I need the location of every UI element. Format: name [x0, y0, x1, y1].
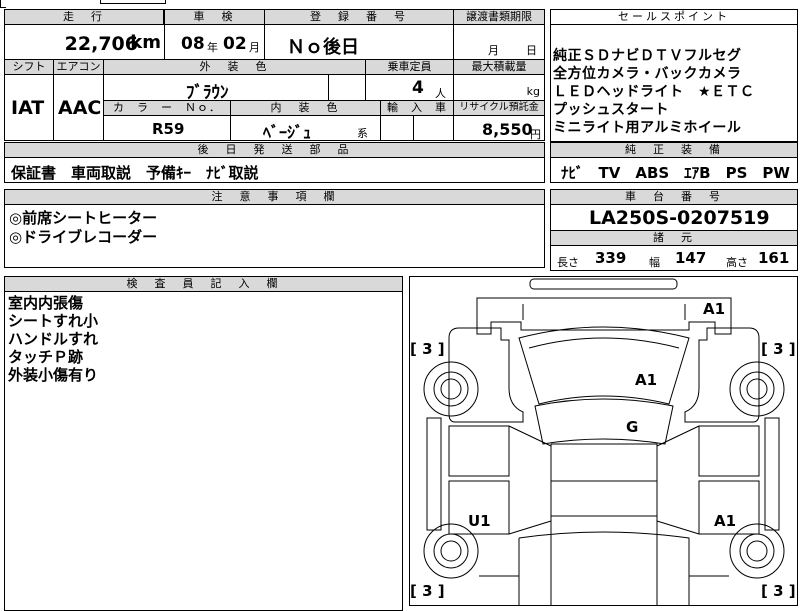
ext-color-header: 外 装 色 — [103, 59, 366, 75]
inspector-item: 室内内張傷 — [8, 294, 84, 312]
recycle-value: 8,550 — [482, 120, 533, 139]
inspection-month-unit: 月 — [249, 41, 260, 54]
aircon-value: AAC — [58, 97, 102, 119]
height-value: 161 — [758, 249, 790, 267]
tire-label: [ 3 ] — [410, 582, 445, 600]
aircon-cell: AAC — [53, 74, 104, 141]
chassis-header: 車 台 番 号 — [550, 189, 798, 205]
tire-label: [ 3 ] — [761, 582, 796, 600]
notes-item: ◎ドライブレコーダー — [9, 228, 158, 246]
damage-mark: G — [626, 418, 639, 436]
genuine-equipment-cell: ﾅﾋﾞ TV ABS ｴｱB PS PW — [550, 157, 798, 183]
max-load-cell: kg — [453, 74, 545, 101]
int-color-cell: ﾍﾞｰｼﾞｭ 系 — [230, 115, 381, 142]
damage-mark: A1 — [714, 512, 737, 530]
spec-header: 諸 元 — [550, 230, 798, 246]
ext-color-spare-cell — [328, 74, 366, 101]
color-no-value: R59 — [152, 120, 185, 138]
sales-point-box: 純正ＳＤナビＤＴＶフルセグ 全方位カメラ・バックカメラ ＬＥＤヘッドライト ★Ｅ… — [550, 24, 798, 142]
color-no-header: カ ラ ー Ｎｏ． — [103, 100, 231, 116]
registration-header: 登 録 番 号 — [264, 9, 454, 25]
sales-point-item: 全方位カメラ・バックカメラ — [553, 66, 742, 82]
inspection-year: 08 — [181, 34, 205, 54]
height-label: 高さ — [726, 256, 748, 269]
capacity-unit: 人 — [435, 87, 446, 100]
deadline-day-unit: 日 — [526, 44, 537, 57]
width-label: 幅 — [649, 256, 660, 269]
inspection-month: 02 — [223, 34, 247, 54]
sales-point-item: ミニライト用アルミホイール — [553, 120, 742, 136]
recycle-header: リサイクル預託金 — [453, 100, 545, 116]
deadline-month-unit: 月 — [488, 44, 499, 57]
aircon-header: エアコン — [53, 59, 104, 75]
transfer-deadline-header: 譲渡書類期限 — [453, 9, 545, 25]
recycle-unit: 円 — [530, 128, 541, 141]
notes-list: ◎前席シートヒーター ◎ドライブレコーダー — [9, 209, 157, 247]
import-cell-b — [413, 115, 454, 141]
later-parts-cell: 保証書 車両取説 予備ｷｰ ﾅﾋﾞ取説 — [4, 157, 545, 183]
later-parts-header: 後 日 発 送 部 品 — [4, 142, 545, 158]
inspector-item: シートすれ小 — [8, 312, 99, 330]
capacity-value: 4 — [412, 78, 424, 98]
damage-mark: U1 — [468, 512, 491, 530]
notes-header: 注 意 事 項 欄 — [4, 189, 545, 205]
notes-box: ◎前席シートヒーター ◎ドライブレコーダー — [4, 204, 545, 268]
inspection-cell: 08 年 02 月 — [164, 24, 265, 60]
mileage-cell: 22,706 km — [4, 24, 165, 60]
color-no-cell: R59 — [103, 115, 231, 141]
mileage-value: 22,706 — [64, 33, 138, 55]
inspector-box: 室内内張傷 シートすれ小 ハンドルすれ タッチＰ跡 外装小傷有り — [4, 291, 403, 611]
inspector-header: 検 査 員 記 入 欄 — [4, 276, 403, 292]
chassis-value: LA250S-0207519 — [589, 207, 770, 229]
int-color-value: ﾍﾞｰｼﾞｭ — [263, 123, 312, 142]
import-header: 輸 入 車 — [380, 100, 454, 116]
car-diagram — [423, 278, 785, 606]
genuine-equipment-header: 純 正 装 備 — [550, 142, 798, 158]
ext-color-cell: ﾌﾞﾗｳﾝ — [103, 74, 329, 103]
inspector-item: タッチＰ跡 — [8, 348, 84, 366]
sales-point-item: 純正ＳＤナビＤＴＶフルセグ — [553, 48, 742, 64]
width-value: 147 — [675, 249, 707, 267]
chassis-cell: LA250S-0207519 — [550, 204, 798, 231]
shift-cell: IAT — [4, 74, 54, 141]
registration-number: Ｎｏ後日 — [287, 37, 359, 58]
tire-label: [ 3 ] — [761, 340, 796, 358]
import-cell-a — [380, 115, 414, 141]
length-value: 339 — [595, 249, 627, 267]
inspection-header: 車 検 — [164, 9, 265, 25]
sales-point-item: ＬＥＤヘッドライト ★ＥＴＣ — [553, 84, 755, 100]
damage-mark: A1 — [635, 371, 658, 389]
int-color-suffix: 系 — [357, 127, 368, 140]
mileage-unit: km — [130, 32, 161, 53]
damage-mark: A1 — [703, 300, 726, 318]
capacity-header: 乗車定員 — [365, 59, 454, 75]
shift-header: シフト — [4, 59, 54, 75]
inspection-year-unit: 年 — [207, 41, 218, 54]
recycle-cell: 8,550 円 — [453, 115, 545, 141]
later-parts-value: 保証書 車両取説 予備ｷｰ ﾅﾋﾞ取説 — [11, 164, 259, 182]
length-label: 長さ — [557, 256, 579, 269]
shift-value: IAT — [11, 97, 45, 119]
spec-cell: 長さ 339 幅 147 高さ 161 — [550, 245, 798, 271]
sales-point-item: プッシュスタート — [553, 102, 669, 118]
inspector-list: 室内内張傷 シートすれ小 ハンドルすれ タッチＰ跡 外装小傷有り — [8, 294, 98, 384]
registration-cell: Ｎｏ後日 — [264, 24, 454, 60]
genuine-equipment-value: ﾅﾋﾞ TV ABS ｴｱB PS PW — [561, 164, 790, 182]
sales-point-list: 純正ＳＤナビＤＴＶフルセグ 全方位カメラ・バックカメラ ＬＥＤヘッドライト ★Ｅ… — [553, 47, 755, 137]
car-diagram-frame: A1 A1 G U1 A1 [ 3 ] [ 3 ] [ 3 ] [ 3 ] — [409, 276, 798, 606]
notes-item: ◎前席シートヒーター — [9, 209, 158, 227]
max-load-header: 最大積載量 — [453, 59, 545, 75]
mileage-header: 走 行 — [4, 9, 164, 25]
tire-label: [ 3 ] — [410, 340, 445, 358]
sales-point-header: セールスポイント — [550, 9, 798, 25]
max-load-unit: kg — [526, 85, 540, 98]
capacity-cell: 4 人 — [365, 74, 454, 101]
inspector-item: ハンドルすれ — [8, 330, 99, 348]
int-color-header: 内 装 色 — [230, 100, 381, 116]
transfer-deadline-cell: 月 日 — [453, 24, 545, 60]
inspector-item: 外装小傷有り — [8, 366, 99, 384]
